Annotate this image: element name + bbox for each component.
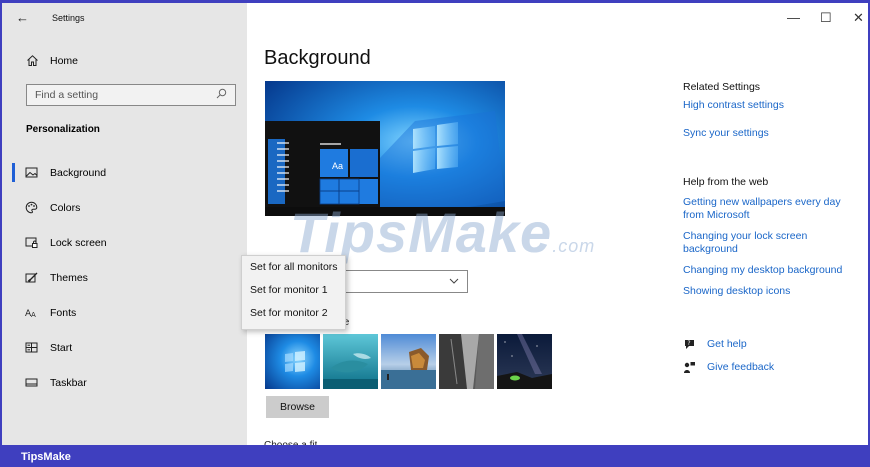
footer-brand: TipsMake xyxy=(21,451,71,463)
svg-text:A: A xyxy=(31,311,36,319)
menu-item-all-monitors[interactable]: Set for all monitors xyxy=(242,256,345,279)
sidebar-item-themes[interactable]: Themes xyxy=(2,260,247,295)
start-icon xyxy=(25,342,38,353)
background-preview: Aa xyxy=(265,81,505,216)
lock-screen-bg-link[interactable]: Changing your lock screen background xyxy=(683,230,858,256)
sidebar-nav: Background Colors Lock screen Themes AA … xyxy=(2,155,247,400)
title-bar-left: ← Settings xyxy=(16,11,85,25)
sidebar-item-start[interactable]: Start xyxy=(2,330,247,365)
feedback-icon xyxy=(684,362,695,373)
monitor-context-menu: Set for all monitors Set for monitor 1 S… xyxy=(241,255,346,330)
picture-thumb-beach-rock[interactable] xyxy=(381,334,436,389)
desktop-bg-link[interactable]: Changing my desktop background xyxy=(683,264,858,277)
search-input[interactable]: Find a setting xyxy=(26,84,236,106)
back-arrow-icon[interactable]: ← xyxy=(16,11,30,25)
sidebar-item-label: Colors xyxy=(50,201,81,214)
get-help-link[interactable]: ? Get help xyxy=(683,338,747,351)
picture-thumb-windows[interactable] xyxy=(265,334,320,389)
search-icon[interactable] xyxy=(216,88,227,102)
picture-thumb-underwater[interactable] xyxy=(323,334,378,389)
close-button[interactable]: ✕ xyxy=(853,10,864,26)
sidebar-item-fonts[interactable]: AA Fonts xyxy=(2,295,247,330)
sync-settings-link[interactable]: Sync your settings xyxy=(683,127,858,140)
chat-help-icon: ? xyxy=(685,340,694,349)
sidebar-item-label: Lock screen xyxy=(50,236,107,249)
desktop-icons-link[interactable]: Showing desktop icons xyxy=(683,285,858,298)
home-icon xyxy=(27,55,38,66)
sidebar-item-colors[interactable]: Colors xyxy=(2,190,247,225)
brush-icon xyxy=(25,272,38,283)
footer-bar: TipsMake xyxy=(0,445,870,467)
give-feedback-label: Give feedback xyxy=(707,361,775,373)
preview-tile-label: Aa xyxy=(332,161,344,171)
search-placeholder: Find a setting xyxy=(35,89,99,101)
watermark-suffix: .com xyxy=(552,236,596,256)
minimize-button[interactable]: — xyxy=(787,10,800,25)
desktop-preview-image xyxy=(265,81,505,216)
svg-text:?: ? xyxy=(687,340,690,347)
app-title: Settings xyxy=(52,13,85,23)
font-icon: AA xyxy=(25,309,36,319)
sidebar-item-label: Fonts xyxy=(50,306,77,319)
sidebar-item-label: Start xyxy=(50,341,73,354)
picture-fit-dropdown[interactable] xyxy=(332,270,468,293)
screenshot-frame: ← Settings Home Find a setting Personali… xyxy=(0,0,870,467)
web-help-heading: Help from the web xyxy=(683,176,769,188)
related-settings: Related Settings High contrast settings … xyxy=(683,81,858,298)
sidebar: ← Settings Home Find a setting Personali… xyxy=(2,3,247,445)
get-help-label: Get help xyxy=(707,338,747,350)
home-label: Home xyxy=(50,54,79,67)
lock-screen-icon xyxy=(25,237,38,248)
maximize-button[interactable]: ☐ xyxy=(820,10,832,26)
picture-thumb-cliff[interactable] xyxy=(439,334,494,389)
browse-button[interactable]: Browse xyxy=(266,396,329,418)
image-icon xyxy=(25,167,38,178)
menu-item-monitor-2[interactable]: Set for monitor 2 xyxy=(242,302,345,325)
recent-pictures xyxy=(265,334,552,389)
related-settings-heading: Related Settings xyxy=(683,81,761,93)
sidebar-item-lock-screen[interactable]: Lock screen xyxy=(2,225,247,260)
page-title: Background xyxy=(264,47,371,69)
home-link[interactable]: Home xyxy=(26,54,78,67)
sidebar-item-label: Background xyxy=(50,166,107,179)
taskbar-icon xyxy=(25,378,38,387)
palette-icon xyxy=(25,201,38,214)
menu-item-monitor-1[interactable]: Set for monitor 1 xyxy=(242,279,345,302)
sidebar-item-taskbar[interactable]: Taskbar xyxy=(2,365,247,400)
chevron-down-icon xyxy=(449,278,459,284)
sidebar-item-background[interactable]: Background xyxy=(2,155,247,190)
high-contrast-link[interactable]: High contrast settings xyxy=(683,99,858,112)
wallpapers-link[interactable]: Getting new wallpapers every day from Mi… xyxy=(683,196,858,222)
give-feedback-link[interactable]: Give feedback xyxy=(683,361,774,374)
picture-thumb-night-sky[interactable] xyxy=(497,334,552,389)
section-title: Personalization xyxy=(26,124,100,135)
sidebar-item-label: Themes xyxy=(50,271,88,284)
sidebar-item-label: Taskbar xyxy=(50,376,87,389)
